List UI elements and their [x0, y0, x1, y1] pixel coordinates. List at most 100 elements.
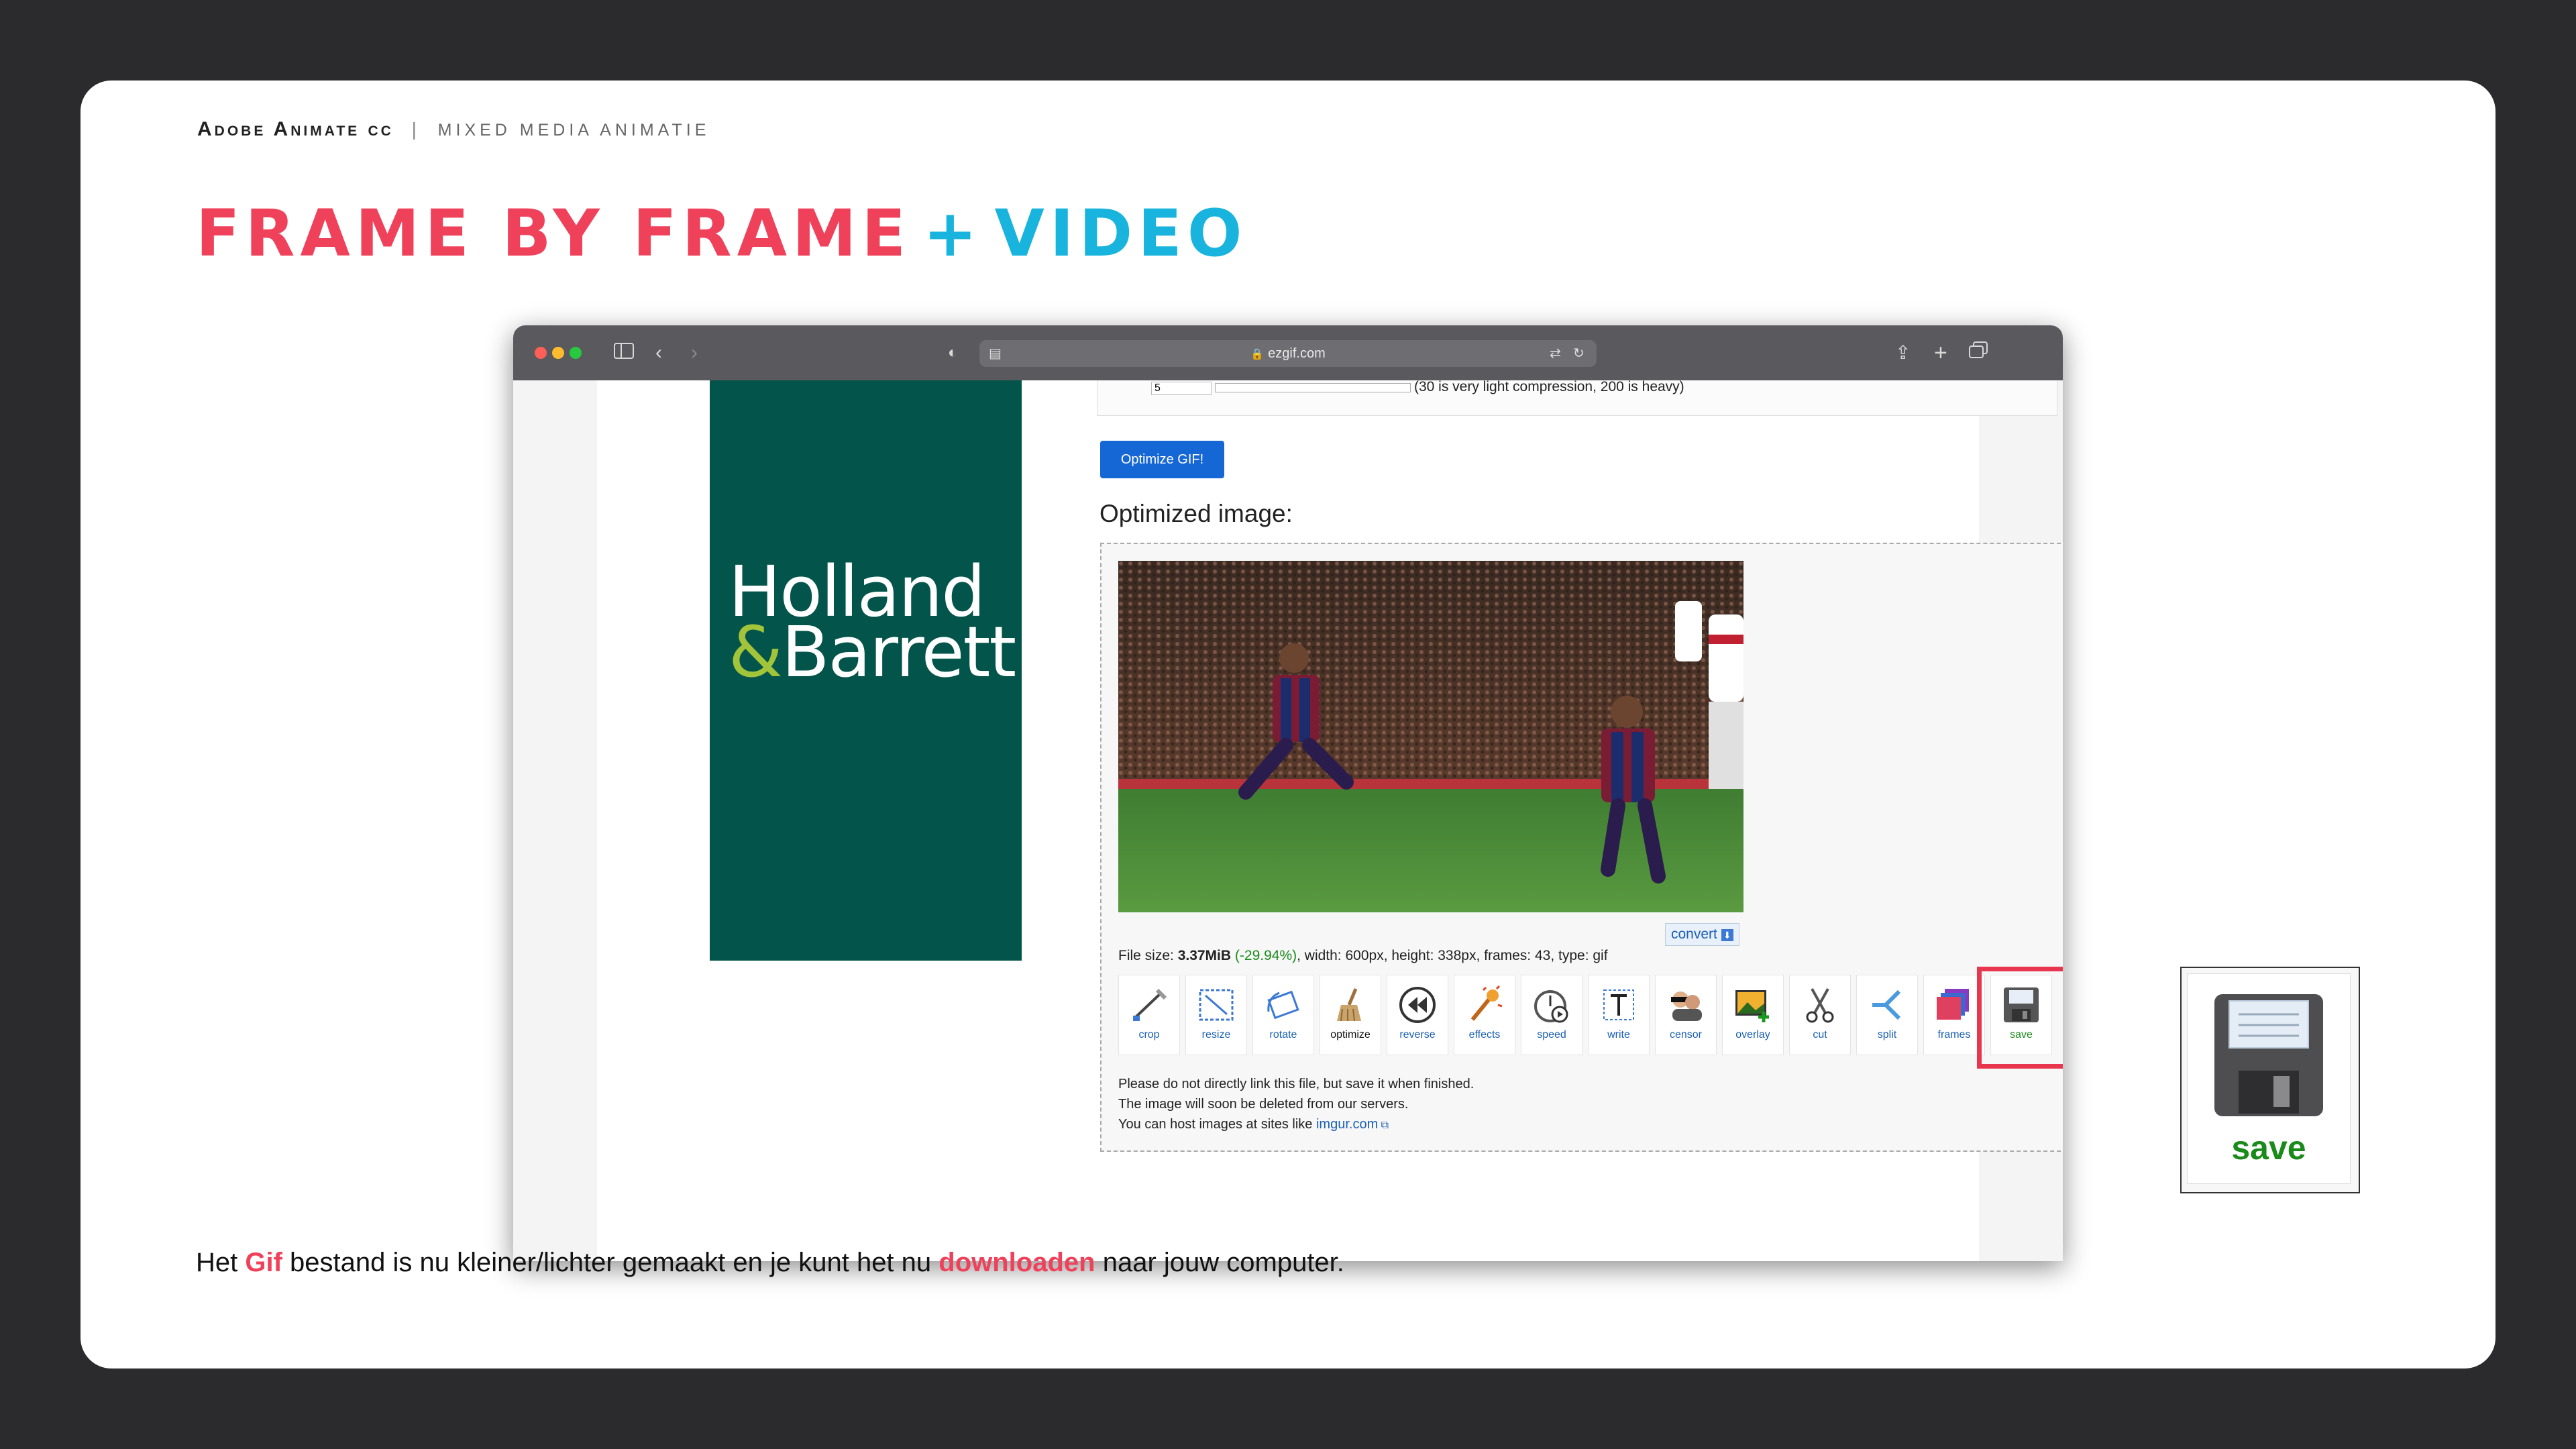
title-part2: VIDEO	[994, 196, 1248, 271]
translate-icon[interactable]: ⇄	[1550, 340, 1561, 367]
file-size-reduction: (-29.94%)	[1234, 948, 1297, 963]
page-icon: ▤	[989, 346, 1002, 361]
tabs-overview-icon[interactable]	[1969, 340, 1988, 366]
tool-label: speed	[1537, 1029, 1566, 1040]
tool-optimize[interactable]: optimize	[1320, 975, 1381, 1055]
url-text: ezgif.com	[1268, 346, 1326, 361]
save-zoom-inner: save	[2187, 973, 2351, 1184]
optimize-gif-button[interactable]: Optimize GIF!	[1100, 441, 1224, 478]
split-icon	[1872, 989, 1901, 1020]
optimized-image-heading: Optimized image:	[1099, 500, 1293, 527]
convert-button[interactable]: convert ⬇	[1665, 923, 1739, 946]
convert-arrow-icon: ⬇	[1721, 929, 1733, 941]
convert-label: convert	[1671, 926, 1717, 942]
crop-icon	[1133, 988, 1167, 1021]
holland-barrett-ad-banner[interactable]: Holland &Barrett	[710, 380, 1022, 961]
tool-censor[interactable]: censor	[1655, 975, 1717, 1055]
file-size-value: 3.37MiB	[1177, 948, 1232, 963]
tool-label: resize	[1201, 1029, 1231, 1040]
tool-label: crop	[1138, 1029, 1160, 1040]
browser-window: ‹ › ◐ ▤ 🔒 ezgif.com ⇄ ↻ ⇪ + Holland &Barr…	[513, 325, 2063, 1261]
web-page: Holland &Barrett 5 (30 is very light com…	[513, 379, 2063, 1261]
new-tab-icon[interactable]: +	[1934, 340, 1947, 366]
header-course: MIXED MEDIA ANIMATIE	[437, 121, 710, 140]
tool-label: censor	[1669, 1029, 1703, 1040]
logo-line2: Barrett	[782, 611, 1016, 693]
reload-icon[interactable]: ↻	[1573, 340, 1585, 367]
stopwatch-icon	[1534, 990, 1568, 1023]
compression-slider[interactable]	[1215, 383, 1411, 392]
frames-icon	[1937, 989, 1969, 1020]
resize-icon	[1199, 989, 1234, 1021]
tool-label: frames	[1937, 1029, 1971, 1040]
file-info: File size: 3.37MiB (-29.94%), width: 600…	[1118, 948, 1608, 964]
magic-wand-icon	[1470, 985, 1503, 1021]
tool-label: optimize	[1330, 1029, 1371, 1040]
address-bar[interactable]: ▤ 🔒 ezgif.com ⇄ ↻	[979, 340, 1597, 367]
notice-line1: Please do not directly link this file, b…	[1118, 1077, 1474, 1091]
privacy-shield-icon[interactable]: ◐	[948, 340, 958, 366]
header-brand: Adobe Animate cc	[197, 118, 394, 140]
tool-label: write	[1607, 1029, 1630, 1040]
tool-label: effects	[1468, 1029, 1501, 1040]
save-zoom-label: save	[2231, 1129, 2306, 1167]
notice-line2: The image will soon be deleted from our …	[1118, 1097, 1409, 1112]
header-separator: |	[411, 119, 420, 140]
tool-speed[interactable]: speed	[1521, 975, 1582, 1055]
browser-toolbar: ‹ › ◐ ▤ 🔒 ezgif.com ⇄ ↻ ⇪ +	[513, 325, 2063, 380]
caption-text2: bestand is nu kleiner/lichter gemaakt en…	[282, 1248, 939, 1277]
floppy-disk-icon	[2214, 994, 2323, 1116]
caption-text1: Het	[196, 1248, 246, 1277]
caption-highlight-download: downloaden	[938, 1248, 1095, 1277]
tool-frames[interactable]: frames	[1923, 975, 1985, 1055]
tool-rotate[interactable]: rotate	[1252, 975, 1314, 1055]
slide-caption: Het Gif bestand is nu kleiner/lichter ge…	[196, 1248, 1344, 1278]
imgur-link[interactable]: imgur.com	[1316, 1117, 1378, 1132]
title-plus: +	[923, 196, 983, 271]
tool-resize[interactable]: resize	[1185, 975, 1247, 1055]
broom-icon	[1337, 988, 1361, 1022]
forward-icon[interactable]: ›	[691, 340, 698, 366]
tool-label: reverse	[1399, 1029, 1436, 1040]
tool-cut[interactable]: cut	[1789, 975, 1851, 1055]
external-link-icon: ⧉	[1378, 1120, 1389, 1131]
file-size-prefix: File size:	[1118, 948, 1178, 963]
rewind-icon	[1399, 987, 1436, 1023]
page-content: Holland &Barrett 5 (30 is very light com…	[597, 379, 2063, 1261]
tool-effects[interactable]: effects	[1454, 975, 1515, 1055]
tool-label: cut	[1813, 1029, 1827, 1040]
slide-header: Adobe Animate cc | MIXED MEDIA ANIMATIE	[197, 118, 710, 141]
tool-label: rotate	[1269, 1029, 1297, 1040]
share-icon[interactable]: ⇪	[1895, 340, 1911, 366]
minimize-window-button[interactable]	[552, 347, 564, 359]
file-dimensions: , width: 600px, height: 338px, frames: 4…	[1297, 948, 1608, 963]
logo-ampersand: &	[729, 611, 783, 693]
image-add-icon	[1735, 990, 1769, 1022]
optimized-gif-preview	[1118, 561, 1743, 912]
lock-icon: 🔒	[1250, 349, 1265, 360]
sidebar-icon[interactable]	[614, 340, 634, 366]
tool-write[interactable]: write	[1588, 975, 1650, 1055]
tool-overlay[interactable]: overlay	[1722, 975, 1784, 1055]
tool-label: split	[1877, 1029, 1897, 1040]
rotate-icon	[1267, 990, 1299, 1020]
optimized-result-box: convert ⬇ File size: 3.37MiB (-29.94%), …	[1100, 543, 2063, 1152]
save-highlight-box	[1977, 967, 2063, 1069]
text-icon	[1603, 989, 1634, 1020]
compression-hint: (30 is very light compression, 200 is he…	[1414, 379, 1684, 394]
tool-crop[interactable]: crop	[1118, 975, 1180, 1055]
close-window-button[interactable]	[535, 347, 547, 359]
slide: Adobe Animate cc | MIXED MEDIA ANIMATIE …	[80, 80, 2496, 1368]
scissors-icon	[1806, 988, 1834, 1023]
tool-split[interactable]: split	[1856, 975, 1918, 1055]
tool-reverse[interactable]: reverse	[1387, 975, 1448, 1055]
zoom-window-button[interactable]	[570, 347, 582, 359]
file-notice: Please do not directly link this file, b…	[1118, 1074, 1474, 1136]
notice-line3: You can host images at sites like	[1118, 1117, 1316, 1132]
holland-barrett-logo: Holland &Barrett	[729, 557, 1016, 687]
censor-icon	[1671, 991, 1702, 1021]
save-button-zoom: save	[2180, 967, 2360, 1193]
caption-text3: naar jouw computer.	[1095, 1248, 1344, 1277]
compression-level-input[interactable]: 5	[1151, 382, 1212, 395]
back-icon[interactable]: ‹	[655, 340, 662, 366]
